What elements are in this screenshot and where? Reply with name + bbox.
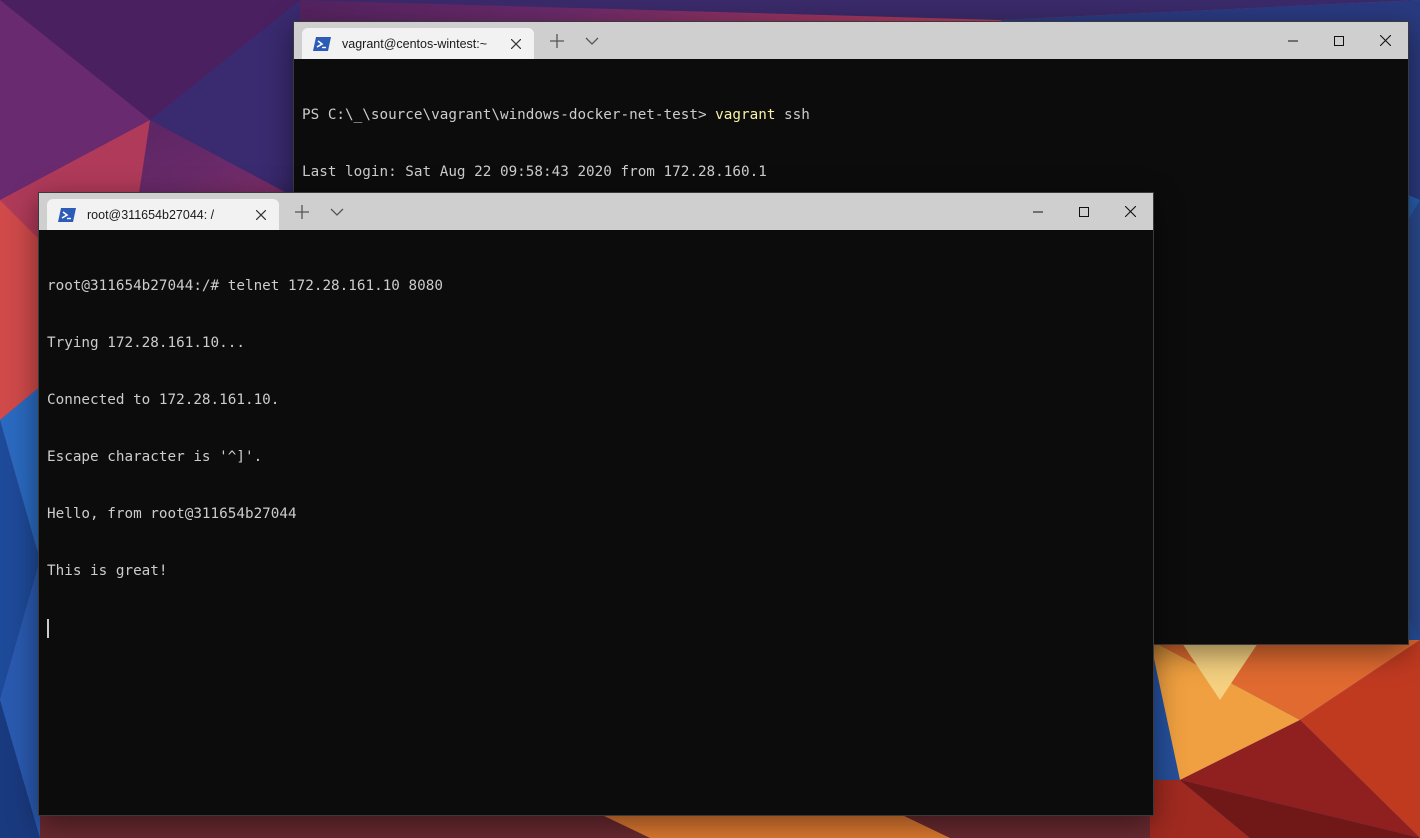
tab-title: root@311654b27044: / [87,207,215,222]
terminal-line: Connected to 172.28.161.10. [47,392,280,408]
terminal-prompt-line[interactable] [47,619,1145,638]
tab-title: vagrant@centos-wintest:~ [342,36,488,51]
powershell-icon [313,36,331,51]
tab-root[interactable]: root@311654b27044: / [47,199,279,230]
terminal-window-root[interactable]: root@311654b27044: / root@311654b27044:/… [38,192,1154,816]
maximize-icon [1334,35,1344,46]
terminal-line: Last login: Sat Aug 22 09:58:43 2020 fro… [302,164,767,180]
terminal-line: This is great! [47,563,168,579]
minimize-button[interactable] [1270,22,1316,59]
maximize-icon [1079,206,1089,217]
terminal-line: Hello, from root@311654b27044 [47,506,297,522]
chevron-down-icon[interactable] [329,205,345,219]
terminal-line: root@311654b27044:/# telnet 172.28.161.1… [47,278,443,294]
close-tab-icon[interactable] [253,207,269,223]
close-window-button[interactable] [1107,193,1153,230]
close-window-button[interactable] [1362,22,1408,59]
text-cursor [47,619,49,638]
title-bar[interactable]: root@311654b27044: / [39,193,1153,230]
minimize-button[interactable] [1015,193,1061,230]
powershell-icon [58,207,76,222]
close-icon [1379,35,1391,46]
minimize-icon [1288,40,1298,41]
highlighted-command: vagrant [715,107,776,123]
new-tab-plus-icon[interactable] [548,32,566,50]
minimize-icon [1033,211,1043,212]
terminal-line: Trying 172.28.161.10... [47,335,245,351]
close-tab-icon[interactable] [508,36,524,52]
terminal-output[interactable]: root@311654b27044:/# telnet 172.28.161.1… [39,230,1153,815]
title-bar[interactable]: vagrant@centos-wintest:~ [294,22,1408,59]
close-icon [1124,206,1136,217]
maximize-button[interactable] [1061,193,1107,230]
terminal-line: Escape character is '^]'. [47,449,263,465]
chevron-down-icon[interactable] [584,34,600,48]
terminal-line: PS C:\_\source\vagrant\windows-docker-ne… [302,107,810,123]
maximize-button[interactable] [1316,22,1362,59]
tab-vagrant[interactable]: vagrant@centos-wintest:~ [302,28,534,59]
new-tab-plus-icon[interactable] [293,203,311,221]
